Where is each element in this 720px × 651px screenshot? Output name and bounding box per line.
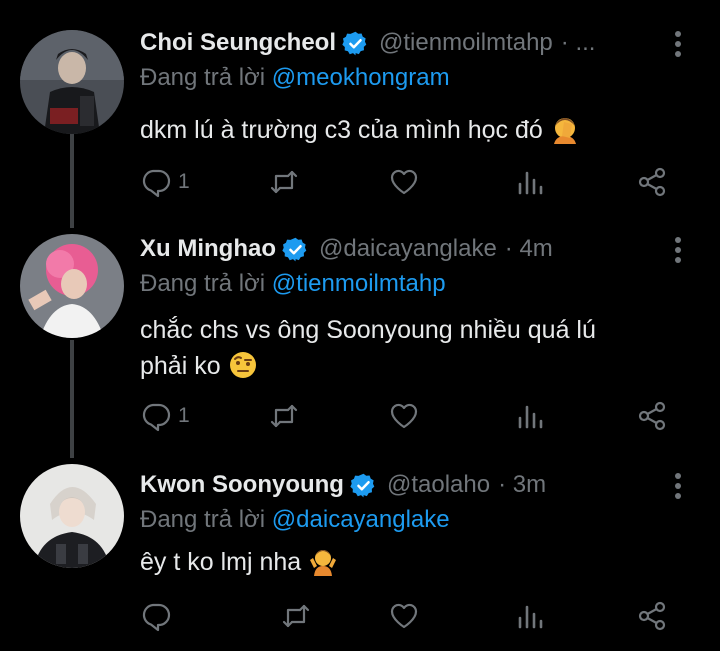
reply-icon [142,603,171,632]
analytics-button[interactable] [514,598,546,634]
replying-to-label: Đang trả lời [140,270,266,297]
like-button[interactable] [388,164,420,200]
retweet-button[interactable] [280,598,312,634]
replying-to: Đang trả lời @meokhongram [140,64,450,92]
tweet-text: êy t ko lmj nha [140,544,700,580]
tweet[interactable]: Choi Seungcheol @tienmoilmtahp · ... Đan… [0,26,720,216]
verified-badge-icon [342,31,367,55]
analytics-icon [518,171,543,195]
retweet-icon [282,604,310,628]
retweet-icon [270,170,298,194]
person-facepalming-emoji-icon [553,118,576,144]
more-options-icon[interactable] [674,236,682,264]
tweet-body-line: chắc chs vs ông Soonyoung nhiều quá lú [140,316,596,344]
share-button[interactable] [636,598,668,634]
share-button[interactable] [636,398,668,434]
retweet-icon [270,404,298,428]
tweet-actions: 1 [140,164,700,200]
share-button[interactable] [636,164,668,200]
replying-to-label: Đang trả lời [140,506,266,533]
verified-badge-icon [350,473,375,497]
tweet-text: chắc chs vs ông Soonyoung nhiều quá lú p… [140,312,700,384]
tweet-meta: · 3m [498,471,547,498]
heart-icon [390,403,418,429]
reply-button[interactable] [140,598,178,634]
share-icon [638,601,666,631]
analytics-icon [518,605,543,629]
author-name[interactable]: Xu Minghao [140,235,276,263]
author-name[interactable]: Choi Seungcheol [140,29,336,57]
author-handle[interactable]: @tienmoilmtahp [379,29,553,57]
more-options-icon[interactable] [674,472,682,500]
tweet-text: dkm lú à trường c3 của mình học đó [140,112,700,148]
author-handle[interactable]: @taolaho [387,471,490,499]
reply-count: 1 [178,404,190,427]
avatar-photo [20,464,124,568]
share-icon [638,167,666,197]
tweet[interactable]: Kwon Soonyoung @taolaho · 3m Đang trả lờ… [0,464,720,648]
like-button[interactable] [388,398,420,434]
verified-badge-icon [282,237,307,261]
share-icon [638,401,666,431]
analytics-button[interactable] [514,398,546,434]
heart-icon [390,169,418,195]
avatar-photo [20,234,124,338]
avatar[interactable] [20,464,124,568]
analytics-button[interactable] [514,164,546,200]
reply-icon [142,169,171,198]
face-with-raised-eyebrow-emoji-icon [229,352,256,378]
analytics-icon [518,405,543,429]
tweet-actions: 1 [140,398,700,434]
heart-icon [390,603,418,629]
reply-count: 1 [178,170,190,193]
more-options-icon[interactable] [674,30,682,58]
retweet-button[interactable] [268,164,300,200]
tweet-meta: · ... [560,29,596,56]
avatar[interactable] [20,234,124,338]
reply-button[interactable]: 1 [140,164,190,200]
author-handle[interactable]: @daicayanglake [319,235,497,263]
avatar[interactable] [20,30,124,134]
tweet-actions [140,598,700,634]
reply-icon [142,403,171,432]
tweet-meta: · 4m [504,235,553,262]
tweet[interactable]: Xu Minghao @daicayanglake · 4m Đang trả … [0,232,720,442]
person-shrugging-emoji-icon [310,550,337,576]
reply-button[interactable]: 1 [140,398,190,434]
tweet-body: êy t ko lmj nha [140,548,302,576]
replying-to: Đang trả lời @tienmoilmtahp [140,270,446,298]
replying-to-label: Đang trả lời [140,64,266,91]
avatar-photo [20,30,124,134]
tweet-body-line: phải ko [140,352,221,380]
replying-to-handle[interactable]: @daicayanglake [272,506,450,533]
replying-to-handle[interactable]: @meokhongram [272,64,450,91]
like-button[interactable] [388,598,420,634]
replying-to-handle[interactable]: @tienmoilmtahp [272,270,446,297]
replying-to: Đang trả lời @daicayanglake [140,506,450,534]
tweet-body-line-2: phải ko [140,348,700,384]
retweet-button[interactable] [268,398,300,434]
tweet-body: dkm lú à trường c3 của mình học đó [140,116,543,144]
author-name[interactable]: Kwon Soonyoung [140,471,344,499]
